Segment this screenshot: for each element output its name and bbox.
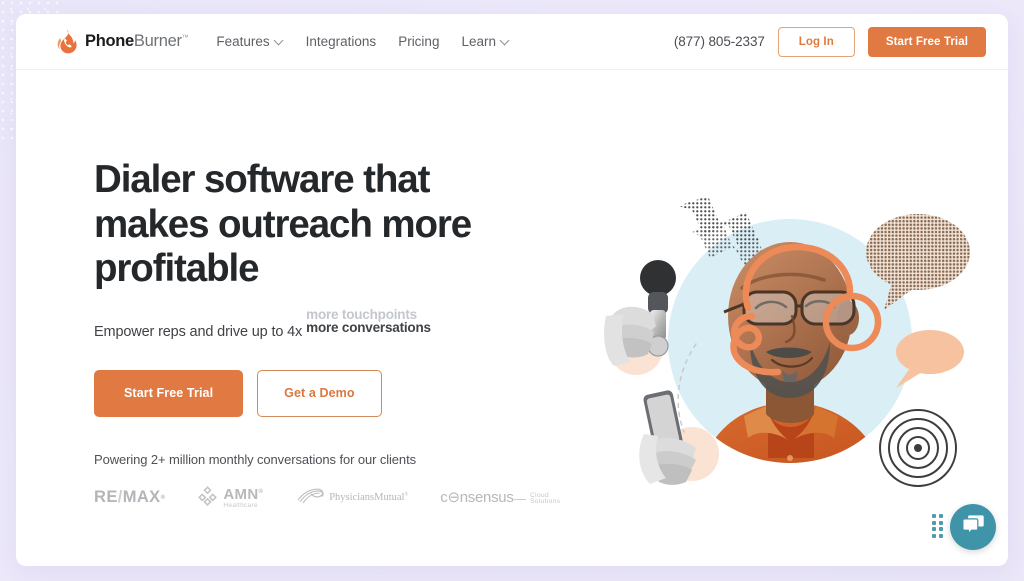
logo-consensus-subtitle: Cloud Solutions [530,491,561,506]
nav-item-features[interactable]: Features [216,34,283,49]
hero-subheadline-prefix: Empower reps and drive up to 4x [94,323,303,340]
logo-remax-part1: RE [94,488,118,507]
logo-consensus-rule [513,498,527,500]
nav-item-label: Pricing [398,34,440,49]
amn-wordmark: AMN® Healthcare [223,487,263,510]
drag-dot [938,514,943,518]
hero-copy-column: Dialer software that makes outreach more… [16,70,560,566]
nav-item-integrations[interactable]: Integrations [306,34,377,49]
nav-item-pricing[interactable]: Pricing [398,34,439,49]
rotating-text: more touchpoints more conversations [306,307,441,336]
drag-dot [932,514,936,518]
brand-name-bold: Phone [85,32,134,50]
logo-amn-title: AMN [223,485,259,503]
logo-consensus-title: c⊖nsensus [440,489,514,507]
chevron-down-icon [275,36,284,45]
brand-name-light: Burner [133,32,182,50]
hero-subheadline: Empower reps and drive up to 4x more tou… [94,307,536,340]
logo-remax-trademark: ® [160,494,166,501]
hero-get-a-demo-button[interactable]: Get a Demo [257,369,382,417]
site-header: PhoneBurner™ Features Integrations Prici… [16,14,1008,70]
page-content-card: PhoneBurner™ Features Integrations Prici… [16,14,1008,566]
logo-remax-part2: MAX [122,488,161,507]
brand-trademark: ™ [181,34,189,42]
drag-dot [938,533,943,538]
logo-amn-healthcare: AMN® Healthcare [197,485,263,511]
drag-dot [938,520,943,525]
hero-section: Dialer software that makes outreach more… [16,70,1008,566]
logo-physicians-mutual: Physicians Mutual® [295,487,408,509]
chevron-down-icon [501,36,510,45]
nav-item-learn[interactable]: Learn [461,34,510,49]
drag-dot [932,520,936,525]
logo-amn-trademark: ® [258,488,264,495]
chat-drag-handle[interactable] [932,514,943,540]
main-navigation: Features Integrations Pricing Learn [216,34,510,49]
flame-phone-icon [56,29,78,54]
amn-mark-icon [197,485,218,511]
hero-illustration [600,166,980,496]
phone-number-link[interactable]: (877) 805-2337 [674,34,765,49]
header-start-free-trial-button[interactable]: Start Free Trial [867,26,986,57]
drag-dot [932,533,936,538]
client-logo-row: RE / MAX ® AMN® Healthcare Physicians Mu… [94,485,560,511]
logo-amn-subtitle: Healthcare [223,501,258,509]
chat-bubbles-icon [961,512,986,542]
rotating-text-current: more conversations [306,319,431,335]
nav-item-label: Learn [461,34,496,49]
brand-name: PhoneBurner™ [85,32,189,51]
social-proof-text: Powering 2+ million monthly conversation… [94,451,416,467]
open-chat-button[interactable] [950,504,996,550]
hero-cta-row: Start Free Trial Get a Demo [94,369,536,417]
brand-logo-link[interactable]: PhoneBurner™ [56,29,189,54]
header-actions: (877) 805-2337 Log In Start Free Trial [674,26,986,57]
log-in-button[interactable]: Log In [777,26,855,57]
chat-widget [932,504,996,550]
logo-consensus: c⊖nsensus Cloud Solutions [440,490,566,506]
logo-physicians-mutual-trademark: ® [404,492,409,498]
page-title: Dialer software that makes outreach more… [94,158,472,291]
drag-dot [932,527,936,531]
hero-start-free-trial-button[interactable]: Start Free Trial [94,369,244,417]
nav-item-label: Features [216,34,270,49]
logo-consensus-subtitle-row: Cloud Solutions [513,491,566,506]
physicians-mutual-mark-icon [295,487,329,509]
drag-dot [938,527,943,531]
logo-physicians-mutual-line1: Physicians [329,492,375,504]
logo-remax: RE / MAX ® [94,488,165,507]
logo-physicians-mutual-line2: Mutual [374,492,405,504]
nav-item-label: Integrations [305,34,377,49]
